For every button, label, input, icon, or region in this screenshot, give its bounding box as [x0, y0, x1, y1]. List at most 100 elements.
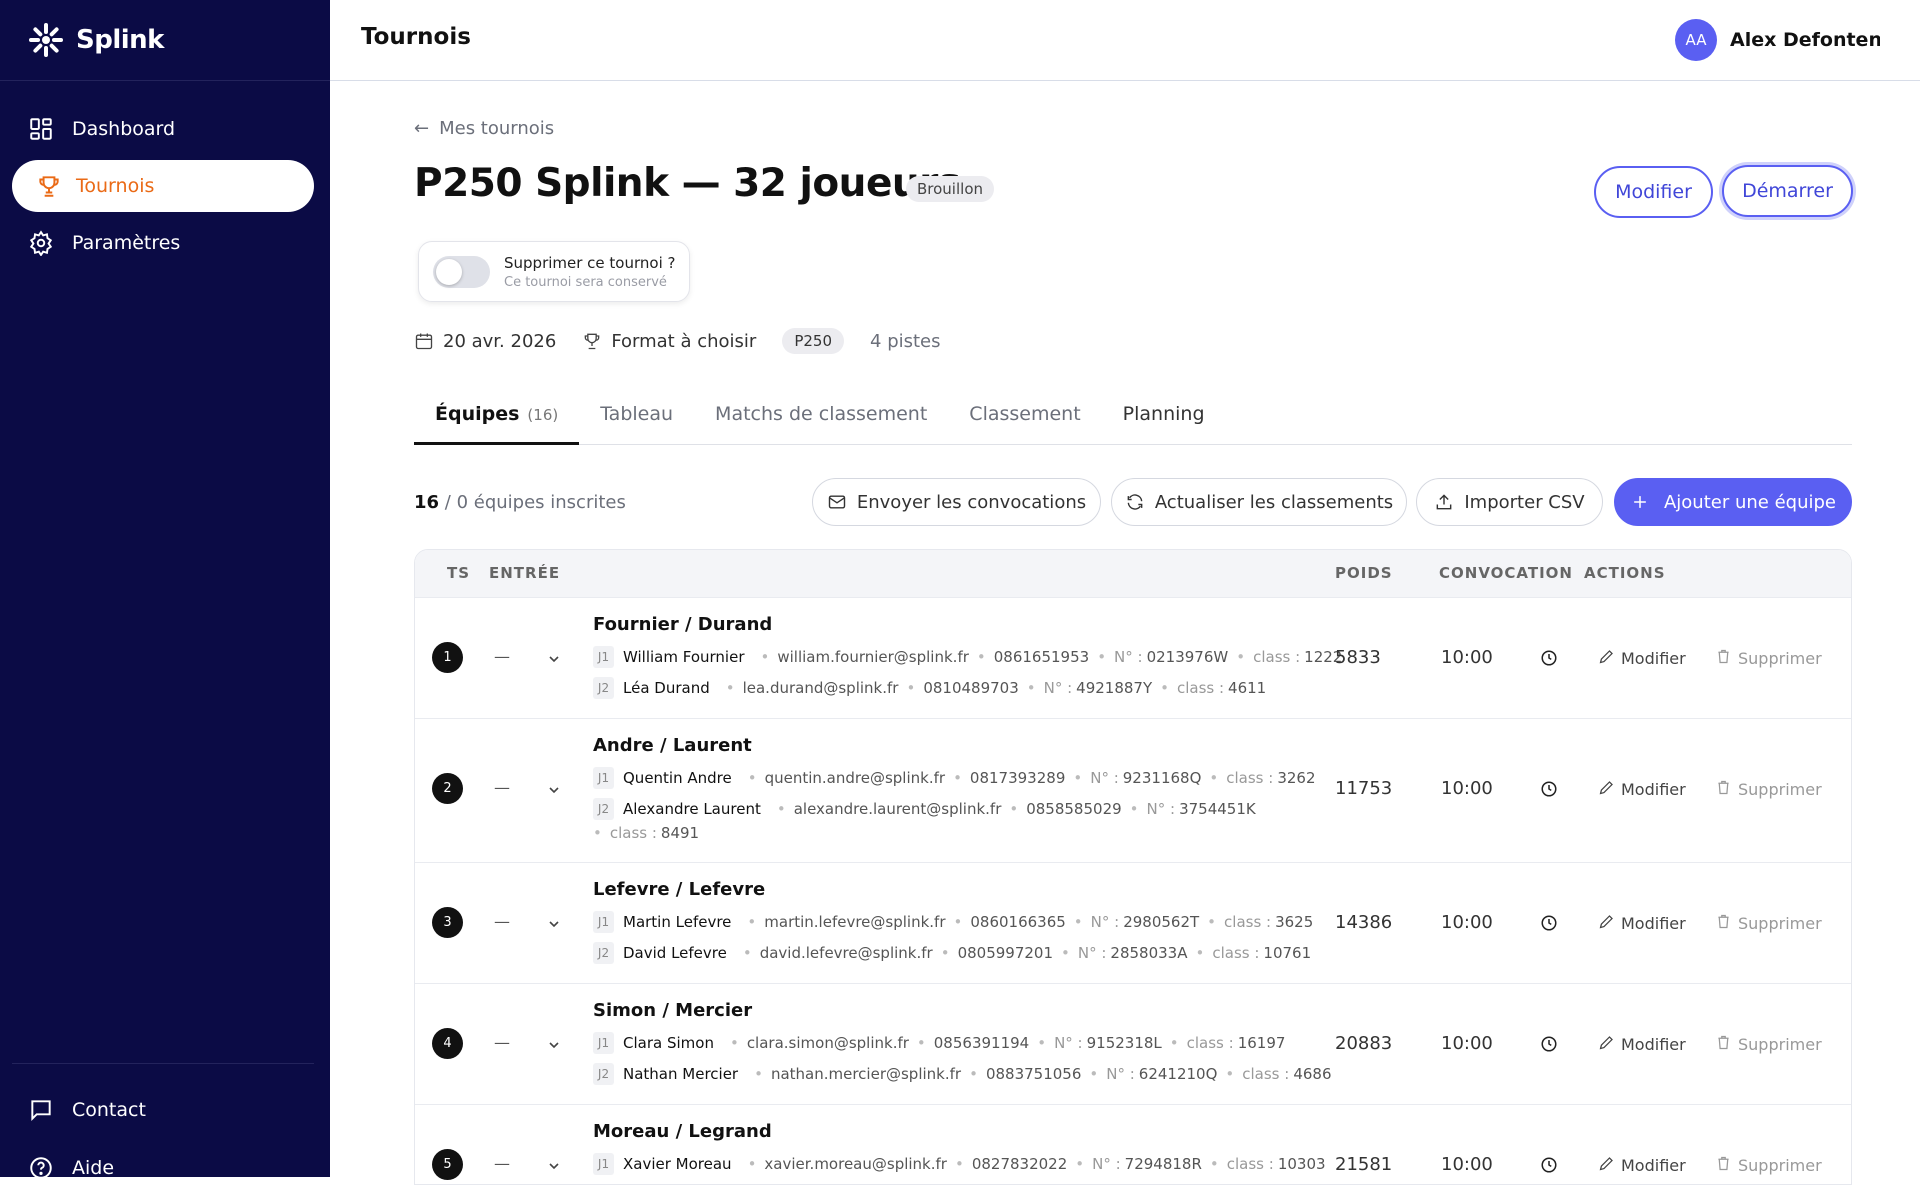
convocation-time: 10:00 [1441, 647, 1493, 668]
player-class-label: class : [1186, 1034, 1234, 1052]
clock-icon[interactable] [1540, 1156, 1558, 1174]
table-row: 4 — Simon / Mercier J1 Clara Simon • clara.sim… [415, 983, 1851, 1104]
separator-dot: • [1089, 1065, 1099, 1083]
action-label: Supprimer [1738, 1156, 1822, 1175]
sidebar-item-aide[interactable]: Aide [12, 1142, 314, 1194]
sidebar-item-tournois[interactable]: Tournois [12, 160, 314, 212]
delete-team-button[interactable]: Supprimer [1715, 648, 1822, 669]
player-phone: 0827832022 [971, 1155, 1068, 1173]
action-label: Modifier [1621, 1035, 1686, 1054]
modify-team-button[interactable]: Modifier [1598, 779, 1686, 800]
separator-dot: • [940, 944, 950, 962]
separator-dot: • [729, 1034, 739, 1052]
sidebar-bottom-nav: Contact Aide [12, 1084, 314, 1200]
mail-icon [828, 495, 846, 509]
action-label: Supprimer [1738, 780, 1822, 799]
seed-badge: 1 [432, 642, 463, 673]
separator-dot: • [906, 679, 916, 697]
arrow-left-icon: ← [414, 118, 430, 139]
player-class: 4686 [1293, 1065, 1332, 1083]
delete-team-button[interactable]: Supprimer [1715, 779, 1822, 800]
refresh-rankings-button[interactable]: Actualiser les classements [1111, 478, 1407, 526]
player-num: 6241210Q [1138, 1065, 1218, 1083]
modify-team-button[interactable]: Modifier [1598, 1155, 1686, 1176]
team-name: Fournier / Durand [593, 614, 773, 635]
back-link[interactable]: ← Mes tournois [414, 118, 554, 139]
modify-team-button[interactable]: Modifier [1598, 1034, 1686, 1055]
level-chip: P250 [782, 328, 845, 354]
player-line: J1 Xavier Moreau • xavier.moreau@splink.fr •… [593, 1153, 1326, 1175]
convocation-time: 10:00 [1441, 1154, 1493, 1175]
add-team-button[interactable]: Ajouter une équipe [1614, 478, 1852, 526]
tab-matchs-classement[interactable]: Matchs de classement [694, 399, 948, 445]
player-tag: J1 [593, 646, 614, 668]
separator-dot: • [1209, 769, 1219, 787]
modify-team-button[interactable]: Modifier [1598, 648, 1686, 669]
clock-icon[interactable] [1540, 780, 1558, 798]
delete-team-button[interactable]: Supprimer [1715, 1155, 1822, 1176]
toggle-knob [436, 258, 462, 285]
chevron-down-icon[interactable] [547, 916, 561, 930]
tab-tableau[interactable]: Tableau [579, 399, 694, 445]
avatar: AA [1675, 19, 1717, 61]
chevron-down-icon[interactable] [547, 1158, 561, 1172]
delete-team-button[interactable]: Supprimer [1715, 1034, 1822, 1055]
team-name: Andre / Laurent [593, 735, 752, 756]
separator-dot: • [1037, 1034, 1047, 1052]
player-num-label: N° : [1092, 1155, 1121, 1173]
seed-badge: 5 [432, 1149, 463, 1180]
entry-value: — [494, 1033, 510, 1052]
separator-dot: • [760, 648, 770, 666]
tournament-meta: 20 avr. 2026 Format à choisir P250 4 pis… [414, 328, 941, 354]
player-num: 2858033A [1110, 944, 1188, 962]
chevron-down-icon[interactable] [547, 782, 561, 796]
sidebar-item-label: Dashboard [72, 118, 176, 140]
table-body: 1 — Fournier / Durand J1 William Fournier • wi… [415, 597, 1851, 1184]
meta-format-value: Format à choisir [611, 330, 757, 352]
player-email: martin.lefevre@splink.fr [764, 913, 946, 931]
player-class: 10303 [1277, 1155, 1326, 1173]
player-class-label: class : [609, 824, 657, 842]
send-convocations-button[interactable]: Envoyer les convocations [812, 478, 1101, 526]
player-email: david.lefevre@splink.fr [759, 944, 933, 962]
player-line: J2 Léa Durand • lea.durand@splink.fr • 081048… [593, 677, 1266, 699]
separator-dot: • [776, 800, 786, 818]
import-csv-button[interactable]: Importer CSV [1416, 478, 1603, 526]
convocation-time: 10:00 [1441, 912, 1493, 933]
calendar-icon [415, 333, 433, 350]
sidebar-item-dashboard[interactable]: Dashboard [12, 103, 314, 155]
team-count-value: 16 [414, 492, 440, 513]
separator-dot: • [747, 769, 757, 787]
delete-team-button[interactable]: Supprimer [1715, 913, 1822, 934]
sidebar-item-parametres[interactable]: Paramètres [12, 217, 314, 269]
clock-icon[interactable] [1540, 649, 1558, 667]
start-button[interactable]: Démarrer [1722, 165, 1853, 217]
sidebar-item-contact[interactable]: Contact [12, 1084, 314, 1136]
player-line: J1 Quentin Andre • quentin.andre@splink.fr •… [593, 767, 1316, 789]
delete-toggle-text: Supprimer ce tournoi ? Ce tournoi sera c… [504, 254, 675, 290]
tab-classement[interactable]: Classement [948, 399, 1101, 445]
col-convocation: CONVOCATION [1439, 564, 1573, 582]
clock-icon[interactable] [1540, 1035, 1558, 1053]
chevron-down-icon[interactable] [547, 1037, 561, 1051]
tab-equipes[interactable]: Équipes (16) [414, 399, 580, 445]
player-class: 3262 [1277, 769, 1316, 787]
chevron-down-icon[interactable] [547, 651, 561, 665]
player-num-label: N° : [1114, 648, 1143, 666]
brand[interactable]: Splink [26, 18, 164, 62]
player-class: 8491 [660, 824, 700, 842]
tab-planning[interactable]: Planning [1102, 399, 1226, 445]
seed-badge: 3 [432, 907, 463, 938]
user-menu[interactable]: AA Alex Defontena... [1675, 19, 1880, 61]
modify-button[interactable]: Modifier [1594, 166, 1713, 218]
player-tag: J2 [593, 1063, 614, 1085]
meta-courts: 4 pistes [870, 330, 941, 352]
player-name: Martin Lefevre [623, 913, 732, 931]
delete-toggle-switch[interactable] [433, 255, 490, 288]
player-email: quentin.andre@splink.fr [764, 769, 946, 787]
clock-icon[interactable] [1540, 914, 1558, 932]
modify-team-button[interactable]: Modifier [1598, 913, 1686, 934]
player-email: lea.durand@splink.fr [742, 679, 899, 697]
player-line: J1 Martin Lefevre • martin.lefevre@splink.f… [593, 911, 1313, 933]
player-num-label: N° : [1090, 769, 1119, 787]
